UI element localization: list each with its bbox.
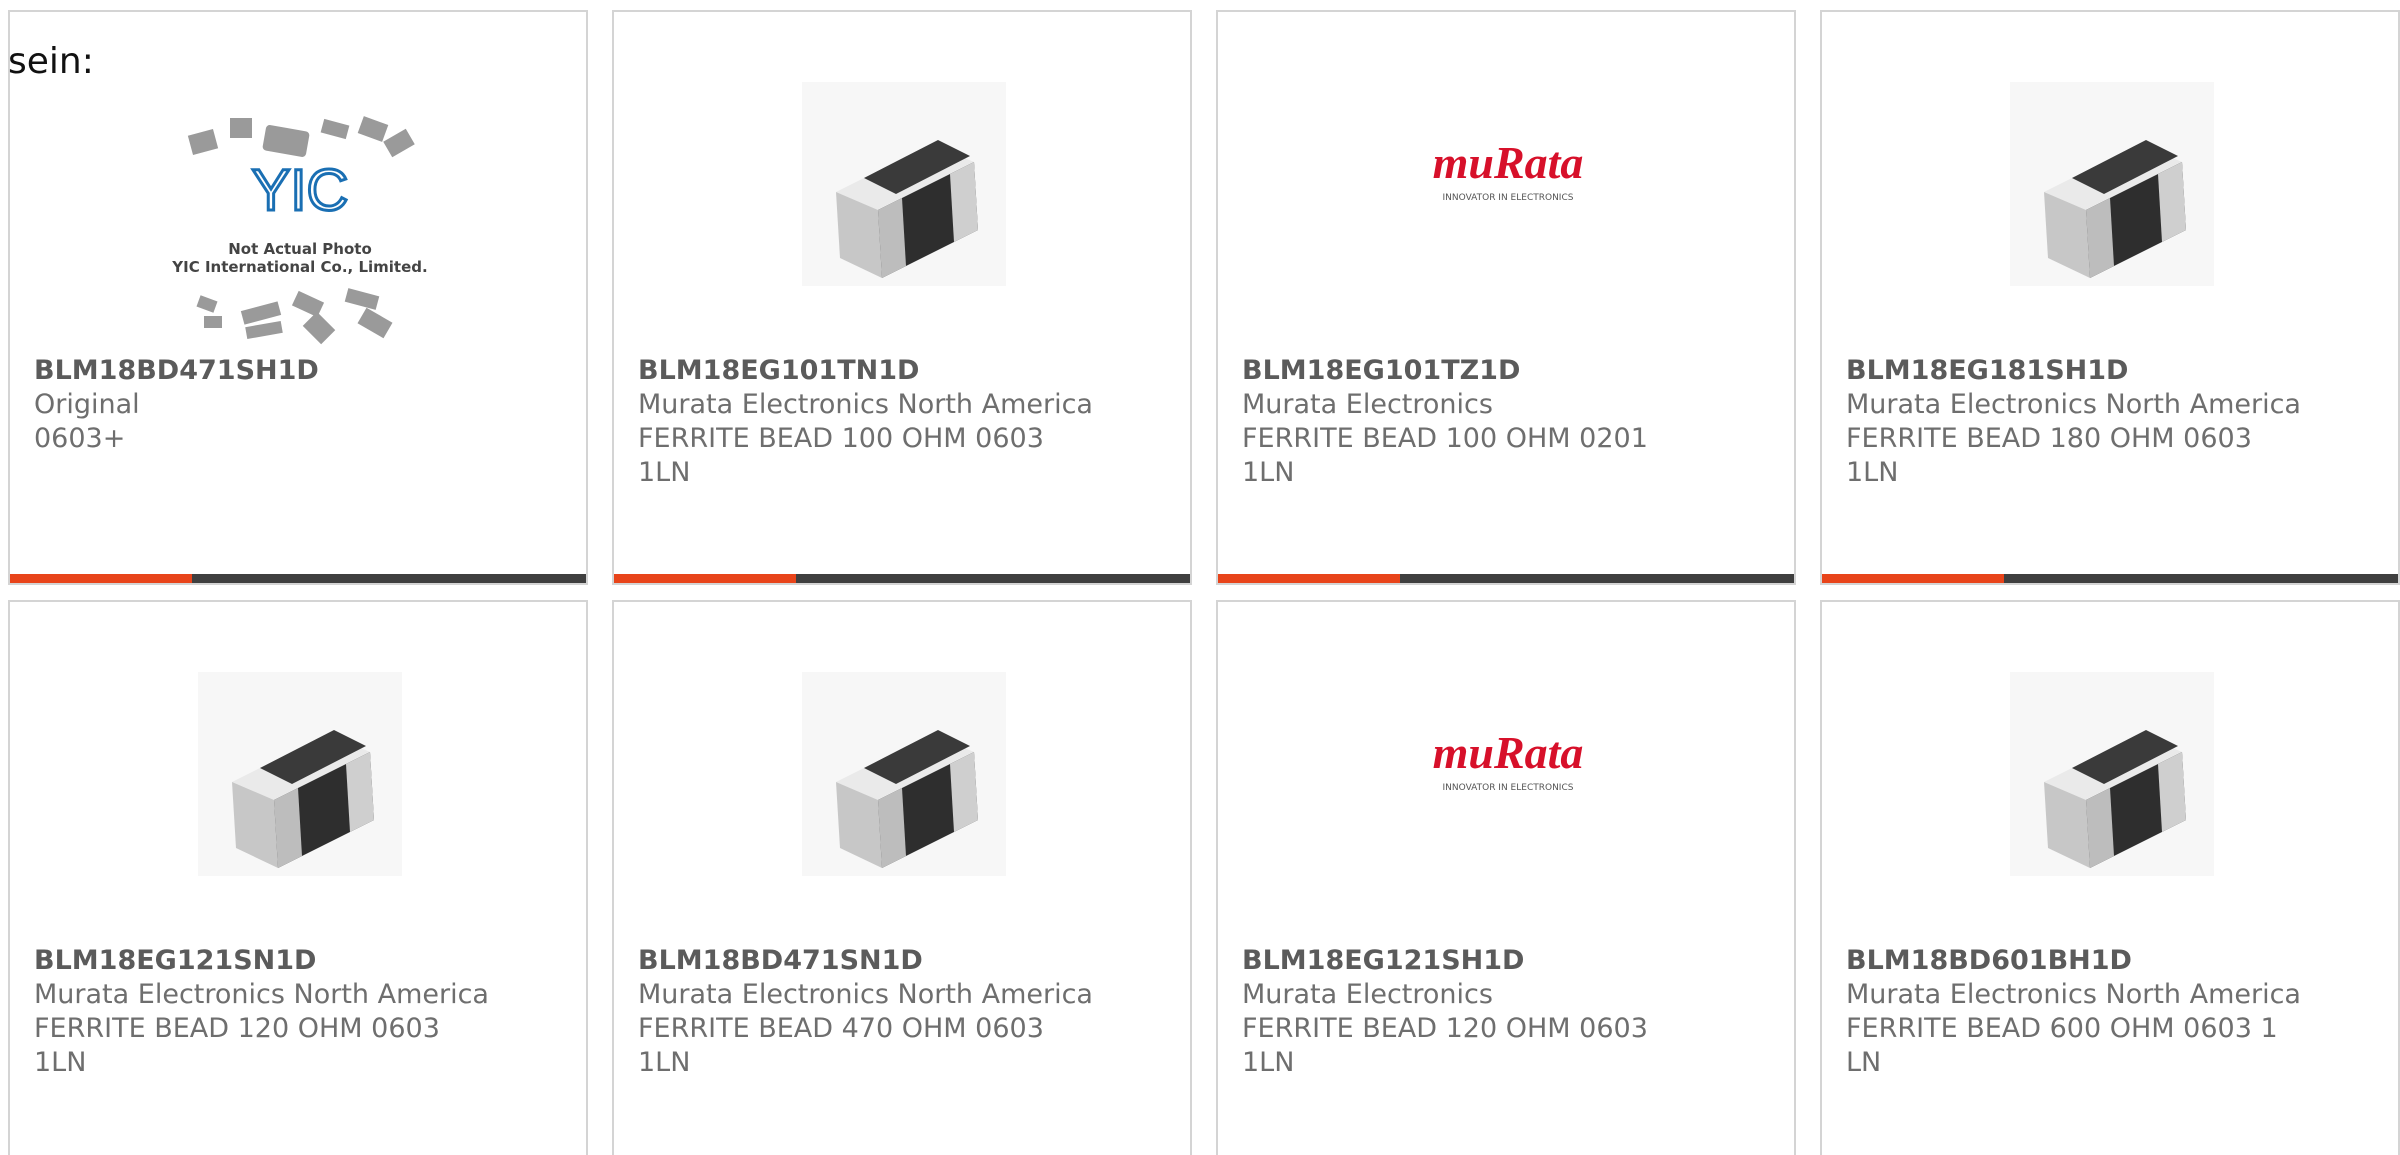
manufacturer: Murata Electronics North America <box>34 979 489 1010</box>
product-info: BLM18BD471SN1D Murata Electronics North … <box>638 944 1170 1080</box>
accent-segment <box>1822 574 2004 583</box>
product-card[interactable]: BLM18EG101TN1D Murata Electronics North … <box>612 10 1192 585</box>
card-accent-bar <box>614 574 1190 583</box>
part-number[interactable]: BLM18EG181SH1D <box>1846 354 2378 388</box>
product-card[interactable]: muRata INNOVATOR IN ELECTRONICS BLM18EG1… <box>1216 10 1796 585</box>
part-number[interactable]: BLM18BD601BH1D <box>1846 944 2378 978</box>
part-number[interactable]: BLM18EG101TZ1D <box>1242 354 1774 388</box>
product-card[interactable]: BLM18EG181SH1D Murata Electronics North … <box>1820 10 2400 585</box>
description: FERRITE BEAD 120 OHM 0603 <box>1242 1013 1648 1044</box>
product-card[interactable]: BLM18BD601BH1D Murata Electronics North … <box>1820 600 2400 1155</box>
product-info: BLM18EG121SN1D Murata Electronics North … <box>34 944 566 1080</box>
manufacturer: Murata Electronics North America <box>638 389 1093 420</box>
yic-logo: YIC <box>252 158 349 223</box>
product-grid-page: sein: YIC Not Actual Photo YIC Internati… <box>0 0 2400 1155</box>
description-cont: 1LN <box>1846 457 1899 488</box>
yic-placeholder-photo: YIC Not Actual Photo YIC International C… <box>171 116 428 345</box>
description: FERRITE BEAD 100 OHM 0201 <box>1242 423 1648 454</box>
product-image: muRata INNOVATOR IN ELECTRONICS <box>1406 82 1610 286</box>
description-cont: 1LN <box>1242 457 1295 488</box>
part-number[interactable]: BLM18EG121SH1D <box>1242 944 1774 978</box>
murata-logo: muRata INNOVATOR IN ELECTRONICS <box>1433 727 1584 793</box>
product-image <box>198 672 402 876</box>
manufacturer: Murata Electronics <box>1242 389 1493 420</box>
product-info: BLM18EG121SH1D Murata Electronics FERRIT… <box>1242 944 1774 1080</box>
product-card[interactable]: YIC Not Actual Photo YIC International C… <box>8 10 588 585</box>
product-info: BLM18EG101TZ1D Murata Electronics FERRIT… <box>1242 354 1774 490</box>
murata-logo: muRata INNOVATOR IN ELECTRONICS <box>1433 137 1584 203</box>
manufacturer: Murata Electronics North America <box>1846 979 2301 1010</box>
murata-logo-text: muRata <box>1433 137 1584 188</box>
description: FERRITE BEAD 180 OHM 0603 <box>1846 423 2252 454</box>
product-image <box>802 672 1006 876</box>
description: FERRITE BEAD 600 OHM 0603 1 <box>1846 1013 2278 1044</box>
card-accent-bar <box>10 574 586 583</box>
chip-ferrite-bead-photo <box>802 672 1006 876</box>
product-image: YIC Not Actual Photo YIC International C… <box>160 102 440 352</box>
manufacturer: Murata Electronics North America <box>1846 389 2301 420</box>
description-cont: LN <box>1846 1047 1882 1078</box>
description: FERRITE BEAD 100 OHM 0603 <box>638 423 1044 454</box>
chip-ferrite-bead-photo <box>2010 672 2214 876</box>
murata-tagline: INNOVATOR IN ELECTRONICS <box>1443 783 1574 793</box>
yic-caption-line1: Not Actual Photo <box>228 240 372 258</box>
manufacturer: Murata Electronics <box>1242 979 1493 1010</box>
description: 0603+ <box>34 423 126 454</box>
part-number[interactable]: BLM18EG121SN1D <box>34 944 566 978</box>
part-number[interactable]: BLM18EG101TN1D <box>638 354 1170 388</box>
product-image <box>2010 82 2214 286</box>
card-accent-bar <box>1218 574 1794 583</box>
yic-caption-line2: YIC International Co., Limited. <box>171 258 427 276</box>
part-number[interactable]: BLM18BD471SN1D <box>638 944 1170 978</box>
product-info: BLM18EG101TN1D Murata Electronics North … <box>638 354 1170 490</box>
description: FERRITE BEAD 120 OHM 0603 <box>34 1013 440 1044</box>
murata-logo-text: muRata <box>1433 727 1584 778</box>
product-card[interactable]: muRata INNOVATOR IN ELECTRONICS BLM18EG1… <box>1216 600 1796 1155</box>
product-info: BLM18BD471SH1D Original 0603+ <box>34 354 566 456</box>
description-cont: 1LN <box>1242 1047 1295 1078</box>
description: FERRITE BEAD 470 OHM 0603 <box>638 1013 1044 1044</box>
accent-segment <box>10 574 192 583</box>
chip-ferrite-bead-photo <box>198 672 402 876</box>
description-cont: 1LN <box>638 1047 691 1078</box>
chip-ferrite-bead-photo <box>802 82 1006 286</box>
manufacturer: Murata Electronics North America <box>638 979 1093 1010</box>
description-cont: 1LN <box>638 457 691 488</box>
part-number[interactable]: BLM18BD471SH1D <box>34 354 566 388</box>
product-image <box>2010 672 2214 876</box>
product-info: BLM18BD601BH1D Murata Electronics North … <box>1846 944 2378 1080</box>
manufacturer: Original <box>34 389 140 420</box>
product-card[interactable]: BLM18BD471SN1D Murata Electronics North … <box>612 600 1192 1155</box>
card-accent-bar <box>1822 574 2398 583</box>
description-cont: 1LN <box>34 1047 87 1078</box>
product-image: muRata INNOVATOR IN ELECTRONICS <box>1406 672 1610 876</box>
section-heading: sein: <box>8 41 94 82</box>
product-card[interactable]: BLM18EG121SN1D Murata Electronics North … <box>8 600 588 1155</box>
murata-tagline: INNOVATOR IN ELECTRONICS <box>1443 193 1574 203</box>
accent-segment <box>614 574 796 583</box>
accent-segment <box>1218 574 1400 583</box>
product-image <box>802 82 1006 286</box>
chip-ferrite-bead-photo <box>2010 82 2214 286</box>
product-info: BLM18EG181SH1D Murata Electronics North … <box>1846 354 2378 490</box>
